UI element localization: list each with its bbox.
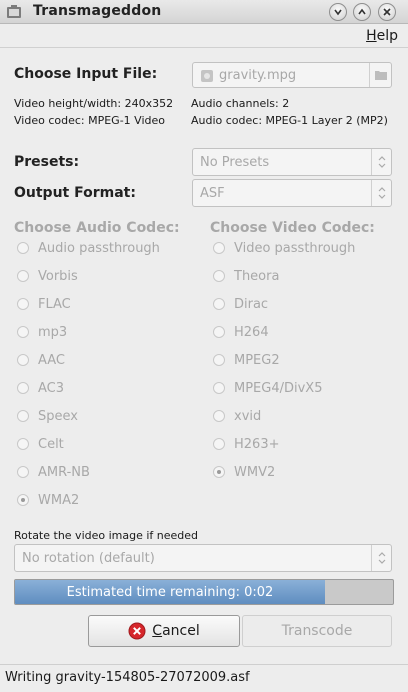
video-option-theora[interactable]: Theora <box>213 266 393 286</box>
radio-button[interactable] <box>213 354 225 366</box>
combo-arrows-icon <box>371 149 391 175</box>
radio-button[interactable] <box>17 354 29 366</box>
radio-button[interactable] <box>213 382 225 394</box>
radio-button[interactable] <box>213 438 225 450</box>
audio-option-vorbis[interactable]: Vorbis <box>17 266 197 286</box>
audio-channels-info: Audio channels: 2 <box>191 97 290 110</box>
minimize-button[interactable] <box>329 3 347 21</box>
close-window-button[interactable] <box>378 3 396 21</box>
transcode-progress-bar: Estimated time remaining: 0:02 <box>14 579 394 605</box>
app-icon <box>6 4 22 20</box>
radio-button[interactable] <box>17 298 29 310</box>
video-codec-list: Video passthrough Theora Dirac H264 MPEG… <box>213 238 393 482</box>
cancel-button[interactable]: Cancel <box>88 615 240 647</box>
audio-option-celt[interactable]: Celt <box>17 434 197 454</box>
audio-codec-heading: Choose Audio Codec: <box>14 220 180 236</box>
combo-arrows-icon <box>371 180 391 206</box>
statusbar: Writing gravity-154805-27072009.asf <box>0 664 408 692</box>
presets-value: No Presets <box>200 155 270 170</box>
video-option-xvid[interactable]: xvid <box>213 406 393 426</box>
rotation-combo[interactable]: No rotation (default) <box>14 544 392 572</box>
audio-option-mp3[interactable]: mp3 <box>17 322 197 342</box>
maximize-button[interactable] <box>353 3 371 21</box>
window-titlebar[interactable]: Transmageddon <box>0 0 408 24</box>
transcode-button[interactable]: Transcode <box>242 615 392 647</box>
video-option-h264[interactable]: H264 <box>213 322 393 342</box>
window-title: Transmageddon <box>33 3 162 19</box>
output-format-value: ASF <box>200 186 225 201</box>
audio-codec-info: Audio codec: MPEG-1 Layer 2 (MP2) <box>191 114 388 127</box>
audio-option-flac[interactable]: FLAC <box>17 294 197 314</box>
radio-button[interactable] <box>17 438 29 450</box>
folder-icon <box>369 63 391 87</box>
input-file-label: Choose Input File: <box>14 66 158 82</box>
radio-button[interactable] <box>213 326 225 338</box>
progress-text: Estimated time remaining: 0:02 <box>66 585 274 600</box>
video-option-mpeg2[interactable]: MPEG2 <box>213 350 393 370</box>
cancel-label: Cancel <box>152 623 200 639</box>
audio-codec-list: Audio passthrough Vorbis FLAC mp3 AAC AC… <box>17 238 197 510</box>
presets-combo[interactable]: No Presets <box>192 148 392 176</box>
audio-option-speex[interactable]: Speex <box>17 406 197 426</box>
radio-button[interactable] <box>17 270 29 282</box>
video-option-h263plus[interactable]: H263+ <box>213 434 393 454</box>
file-icon <box>199 68 215 88</box>
cancel-icon <box>128 622 146 640</box>
video-option-dirac[interactable]: Dirac <box>213 294 393 314</box>
radio-button[interactable] <box>17 326 29 338</box>
radio-button[interactable] <box>17 242 29 254</box>
audio-option-wma2[interactable]: WMA2 <box>17 490 197 510</box>
video-size-info: Video height/width: 240x352 <box>14 97 174 110</box>
combo-arrows-icon <box>371 545 391 571</box>
audio-option-aac[interactable]: AAC <box>17 350 197 370</box>
transcode-label: Transcode <box>281 623 353 639</box>
output-format-label: Output Format: <box>14 185 136 201</box>
radio-button-selected[interactable] <box>17 494 29 506</box>
radio-button[interactable] <box>213 242 225 254</box>
video-option-mpeg4-divx5[interactable]: MPEG4/DivX5 <box>213 378 393 398</box>
radio-button[interactable] <box>17 466 29 478</box>
video-option-passthrough[interactable]: Video passthrough <box>213 238 393 258</box>
input-file-chooser[interactable]: gravity.mpg <box>192 62 392 88</box>
radio-button[interactable] <box>213 298 225 310</box>
audio-option-passthrough[interactable]: Audio passthrough <box>17 238 197 258</box>
output-format-combo[interactable]: ASF <box>192 179 392 207</box>
menubar: Help <box>0 24 408 48</box>
input-file-name: gravity.mpg <box>219 68 297 83</box>
presets-label: Presets: <box>14 154 80 170</box>
audio-option-amr-nb[interactable]: AMR-NB <box>17 462 197 482</box>
menu-help[interactable]: Help <box>366 28 398 44</box>
radio-button[interactable] <box>17 382 29 394</box>
video-codec-info: Video codec: MPEG-1 Video <box>14 114 165 127</box>
video-option-wmv2[interactable]: WMV2 <box>213 462 393 482</box>
radio-button-selected[interactable] <box>213 466 225 478</box>
video-codec-heading: Choose Video Codec: <box>210 220 375 236</box>
rotation-label: Rotate the video image if needed <box>14 529 199 542</box>
radio-button[interactable] <box>213 410 225 422</box>
rotation-value: No rotation (default) <box>22 551 155 566</box>
audio-option-ac3[interactable]: AC3 <box>17 378 197 398</box>
radio-button[interactable] <box>213 270 225 282</box>
status-text: Writing gravity-154805-27072009.asf <box>5 670 250 685</box>
radio-button[interactable] <box>17 410 29 422</box>
